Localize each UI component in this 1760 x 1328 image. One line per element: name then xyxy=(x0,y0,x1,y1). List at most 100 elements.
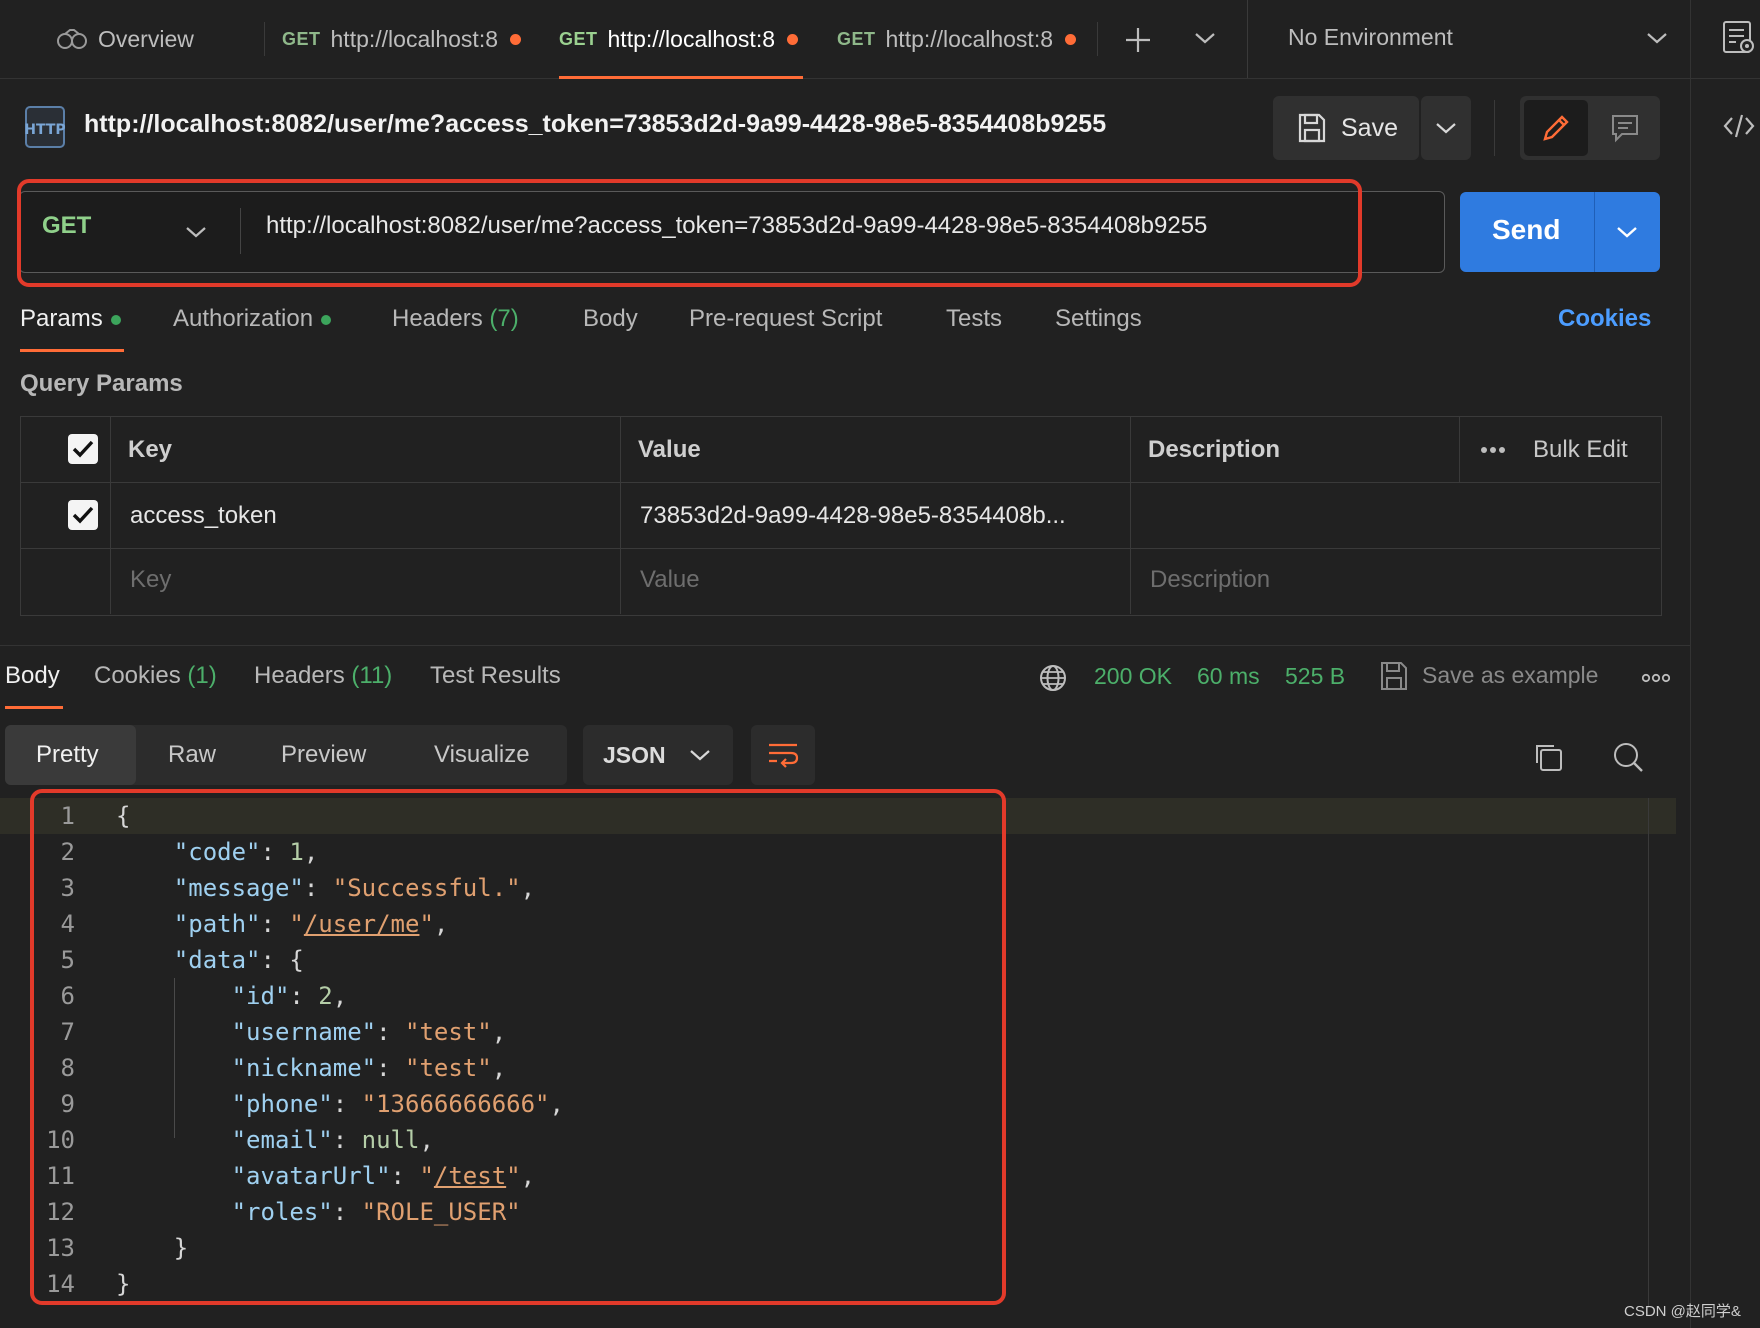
tab-body[interactable]: Body xyxy=(583,305,638,333)
tab-overview[interactable]: Overview xyxy=(56,0,194,78)
response-tab-body[interactable]: Body xyxy=(5,662,60,690)
new-param-description-input[interactable]: Description xyxy=(1150,566,1270,594)
method-divider xyxy=(240,208,241,254)
new-param-key-input[interactable]: Key xyxy=(130,566,171,594)
json-line: "id": 2, xyxy=(231,982,348,1010)
format-label: JSON xyxy=(603,742,666,768)
json-key: "username" xyxy=(231,1018,377,1046)
method-selector[interactable]: GET xyxy=(42,212,91,240)
request-title[interactable]: http://localhost:8082/user/me?access_tok… xyxy=(84,110,1106,139)
line-number: 13 xyxy=(46,1234,75,1262)
format-chevron-down-icon xyxy=(689,747,711,763)
unsaved-dot xyxy=(1065,33,1077,45)
json-line: "data": { xyxy=(173,946,304,974)
tab-request-2-active[interactable]: GET http://localhost:8 xyxy=(559,0,799,78)
line-number: 14 xyxy=(46,1270,75,1298)
json-key: "email" xyxy=(231,1126,333,1154)
save-example-icon xyxy=(1379,660,1409,692)
comments-icon[interactable] xyxy=(1610,113,1640,143)
json-value: 2 xyxy=(318,982,333,1010)
cookies-count: (1) xyxy=(187,662,217,689)
edit-mode-button[interactable] xyxy=(1524,100,1588,156)
tab-prerequest-script[interactable]: Pre-request Script xyxy=(689,305,882,333)
url-input[interactable]: http://localhost:8082/user/me?access_tok… xyxy=(266,212,1207,240)
cookies-link[interactable]: Cookies xyxy=(1558,305,1651,333)
select-all-checkbox[interactable] xyxy=(68,434,98,464)
tab-tests[interactable]: Tests xyxy=(946,305,1002,333)
view-pretty[interactable]: Pretty xyxy=(36,741,99,769)
unsaved-dot xyxy=(787,33,799,45)
save-as-example-button[interactable]: Save as example xyxy=(1422,662,1598,689)
json-line: } xyxy=(116,1270,131,1298)
globe-icon[interactable] xyxy=(1038,663,1068,693)
environment-selector[interactable]: No Environment xyxy=(1288,24,1453,51)
json-line: "message": "Successful.", xyxy=(173,874,536,902)
status-code[interactable]: 200 OK xyxy=(1094,663,1172,690)
response-tab-cookies[interactable]: Cookies (1) xyxy=(94,662,217,690)
tab-request-3[interactable]: GET http://localhost:8 xyxy=(837,0,1077,78)
wrap-lines-icon xyxy=(767,741,799,769)
response-body-editor[interactable]: 1 2 3 4 5 6 7 8 9 10 11 12 13 14 { "code… xyxy=(0,798,1676,1308)
send-options-chevron-down-icon[interactable] xyxy=(1616,224,1638,240)
send-button[interactable]: Send xyxy=(1460,192,1660,272)
view-raw[interactable]: Raw xyxy=(168,741,216,769)
tab-authorization[interactable]: Authorization xyxy=(173,305,332,333)
tab-headers[interactable]: Headers (7) xyxy=(392,305,519,333)
tab-params[interactable]: Params xyxy=(20,305,121,333)
response-size[interactable]: 525 B xyxy=(1285,663,1345,690)
environment-quick-look-icon[interactable] xyxy=(1722,20,1756,56)
param-value-input[interactable]: 73853d2d-9a99-4428-98e5-8354408b... xyxy=(640,502,1066,530)
wrap-lines-button[interactable] xyxy=(751,725,815,785)
tab-divider xyxy=(1097,22,1098,56)
tab-label: http://localhost:8 xyxy=(885,25,1054,52)
save-button[interactable]: Save xyxy=(1273,96,1419,160)
format-selector[interactable]: JSON xyxy=(583,725,733,785)
json-value: "Successful." xyxy=(332,874,521,902)
new-tab-plus-icon[interactable] xyxy=(1124,26,1152,54)
tab-request-1[interactable]: GET http://localhost:8 xyxy=(282,0,522,78)
response-more-icon[interactable] xyxy=(1642,673,1670,683)
authorization-active-dot xyxy=(321,314,332,325)
json-value: "test" xyxy=(405,1018,492,1046)
view-visualize[interactable]: Visualize xyxy=(434,741,530,769)
search-icon[interactable] xyxy=(1612,741,1644,773)
bulk-edit-button[interactable]: Bulk Edit xyxy=(1533,436,1628,464)
right-rail-divider xyxy=(1690,0,1691,1328)
more-options-icon[interactable] xyxy=(1480,446,1506,454)
tab-authorization-label: Authorization xyxy=(173,305,314,332)
json-line: "code": 1, xyxy=(173,838,319,866)
view-preview[interactable]: Preview xyxy=(281,741,366,769)
param-key-input[interactable]: access_token xyxy=(130,502,277,530)
send-button-label: Send xyxy=(1492,214,1561,245)
line-number: 8 xyxy=(60,1054,75,1082)
line-number: 6 xyxy=(60,982,75,1010)
json-line: "roles": "ROLE_USER" xyxy=(231,1198,521,1226)
watermark: CSDN @赵同学& xyxy=(1624,1303,1741,1320)
method-chevron-down-icon[interactable] xyxy=(185,224,207,240)
line-number: 1 xyxy=(60,802,75,830)
environment-chevron-down-icon[interactable] xyxy=(1646,30,1668,46)
json-key: "roles" xyxy=(231,1198,333,1226)
tab-settings[interactable]: Settings xyxy=(1055,305,1142,333)
response-tab-test-results[interactable]: Test Results xyxy=(430,662,561,690)
json-link-value[interactable]: /user/me xyxy=(304,910,420,938)
save-options-button[interactable] xyxy=(1421,96,1471,160)
env-divider xyxy=(1247,0,1248,78)
column-header-description: Description xyxy=(1148,436,1281,463)
response-tab-headers[interactable]: Headers (11) xyxy=(254,662,392,690)
line-number: 12 xyxy=(46,1198,75,1226)
json-key: "message" xyxy=(173,874,304,902)
tab-method: GET xyxy=(837,28,876,49)
copy-icon[interactable] xyxy=(1532,741,1564,773)
response-time[interactable]: 60 ms xyxy=(1197,663,1260,690)
param-enabled-checkbox[interactable] xyxy=(68,500,98,530)
json-link-value[interactable]: /test xyxy=(434,1162,506,1190)
response-tab-headers-label: Headers xyxy=(254,662,345,689)
tabs-chevron-down-icon[interactable] xyxy=(1194,30,1216,46)
checkmark-icon xyxy=(72,506,94,524)
new-param-value-input[interactable]: Value xyxy=(640,566,700,594)
query-params-title: Query Params xyxy=(20,370,183,397)
active-line-highlight xyxy=(0,798,1676,834)
code-snippet-icon[interactable] xyxy=(1722,112,1756,140)
json-line: { xyxy=(116,802,131,830)
